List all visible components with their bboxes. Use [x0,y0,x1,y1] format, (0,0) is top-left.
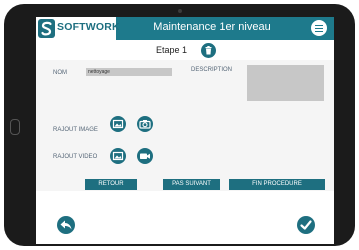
video-label: RAJOUT VIDEO [53,154,98,160]
retour-button[interactable]: RETOUR [85,179,137,190]
add-image-gallery-button[interactable] [110,116,126,132]
check-icon [300,220,312,230]
pas-suivant-button[interactable]: PAS SUIVANT [163,179,220,190]
brand-logo: SOFTWORK [36,17,120,40]
validate-button[interactable] [297,216,315,234]
add-video-gallery-button[interactable] [110,148,126,164]
gallery-icon [112,119,124,129]
back-button[interactable] [57,216,75,234]
trash-icon [205,46,212,55]
step-label: Etape 1 [156,45,188,55]
video-camera-icon [140,153,150,159]
nom-input[interactable]: nettoyage [86,68,172,76]
add-image-camera-button[interactable] [137,116,153,132]
page-title: Maintenance 1er niveau [153,21,271,33]
brand-name: SOFTWORK [57,21,120,33]
description-label: DESCRIPTION [191,67,233,73]
add-video-camera-button[interactable] [137,148,153,164]
menu-button[interactable] [311,20,327,36]
menu-icon-bar [315,27,323,29]
tablet-frame: SOFTWORK Maintenance 1er niveau Etape 1 … [4,4,355,246]
camera-icon [139,120,151,129]
front-camera [178,9,182,13]
description-input[interactable] [247,65,324,101]
home-button [10,119,20,135]
delete-step-button[interactable] [201,43,216,58]
app-header: SOFTWORK Maintenance 1er niveau [36,17,334,40]
logo-s-icon [38,19,55,38]
menu-icon [315,24,323,26]
back-arrow-icon [60,220,72,230]
image-label: RAJOUT IMAGE [53,127,98,133]
gallery-icon [112,151,124,161]
fin-procedure-button[interactable]: FIN PROCEDURE [229,179,325,190]
app-screen: SOFTWORK Maintenance 1er niveau Etape 1 … [36,17,334,244]
menu-icon-bar [315,30,323,32]
nom-label: NOM [53,70,67,76]
